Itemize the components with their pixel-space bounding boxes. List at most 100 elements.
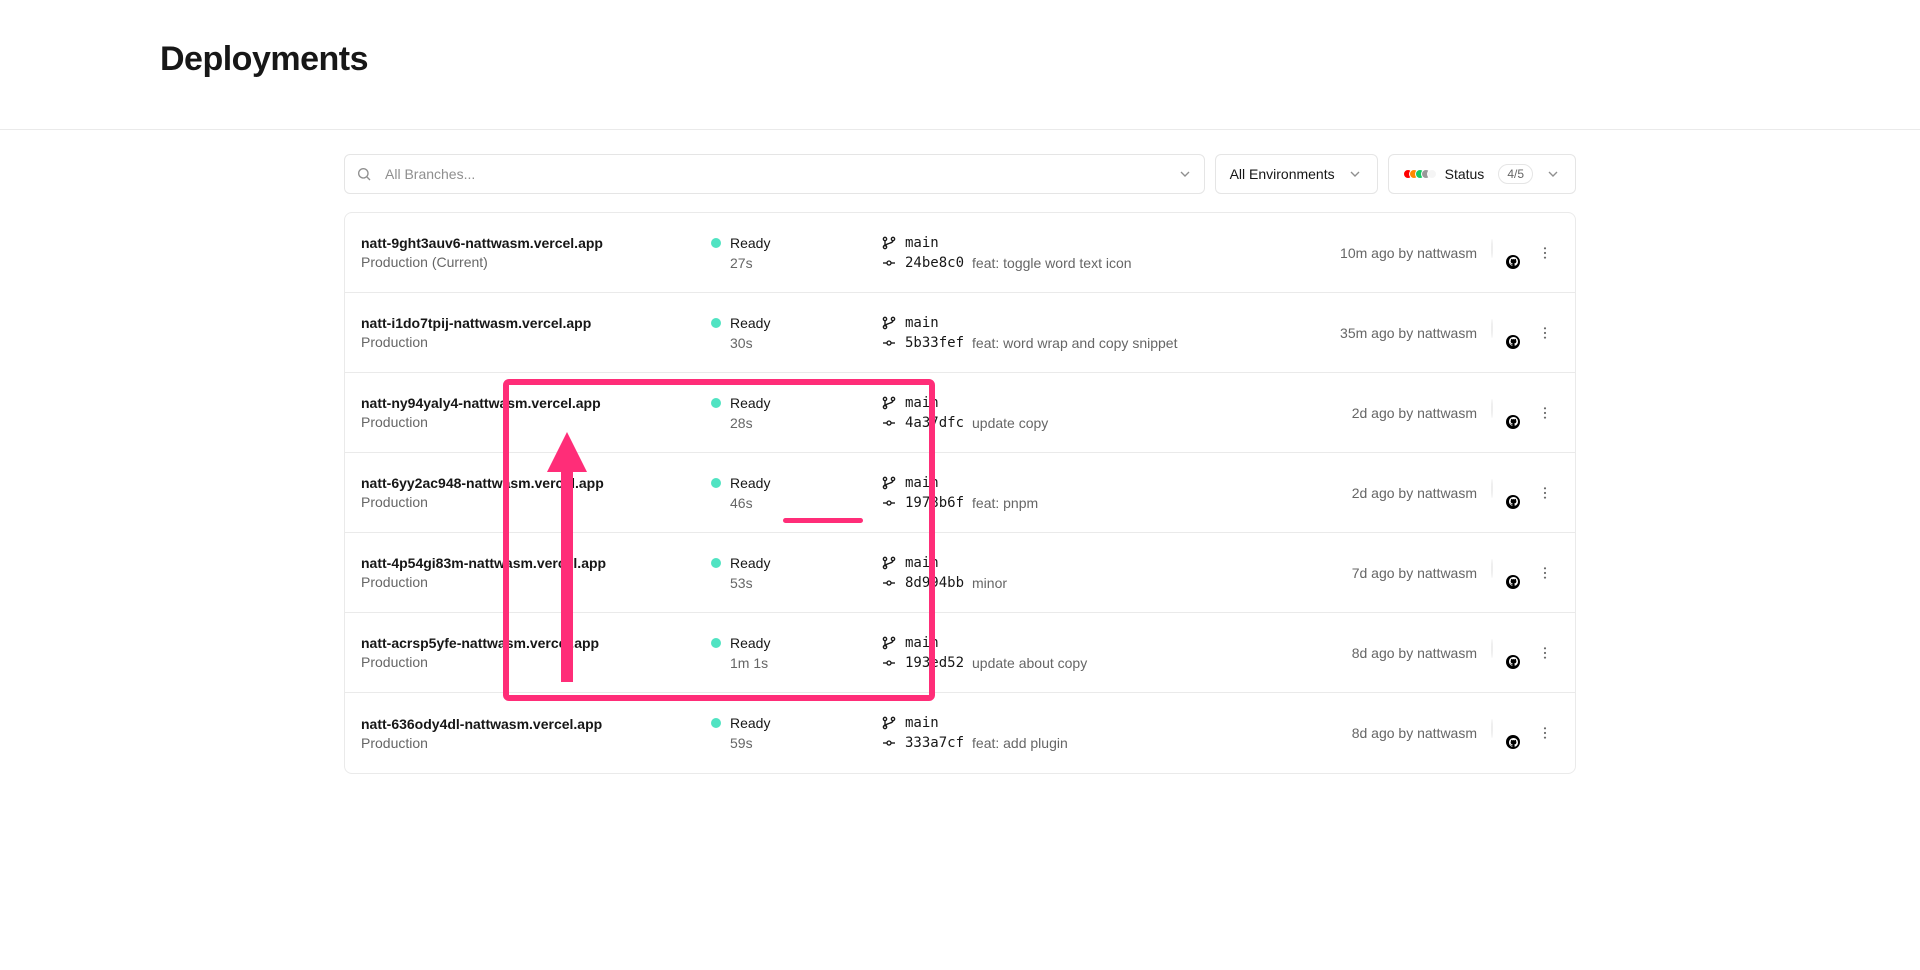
status-dot-icon	[711, 318, 721, 328]
more-actions-button[interactable]	[1531, 719, 1559, 747]
content-area: All Environments Status 4/5 natt-9ght3au…	[344, 130, 1576, 774]
deployment-git-col: main 24be8c0 feat: toggle word text icon	[881, 235, 1340, 271]
deployment-git-col: main 5b33fef feat: word wrap and copy sn…	[881, 315, 1340, 351]
github-badge-icon	[1506, 735, 1520, 749]
status-text: Ready	[730, 395, 770, 411]
deployment-duration: 28s	[711, 415, 881, 431]
avatar-icon	[1491, 399, 1493, 418]
deployment-status: Ready	[711, 715, 881, 731]
git-branch-line[interactable]: main	[881, 395, 1352, 411]
git-commit-message: feat: pnpm	[972, 495, 1038, 511]
git-commit-line[interactable]: 24be8c0 feat: toggle word text icon	[881, 255, 1340, 271]
status-select[interactable]: Status 4/5	[1388, 154, 1576, 194]
deployment-url-col: natt-636ody4dl-nattwasm.vercel.app Produ…	[361, 716, 711, 751]
chevron-down-icon	[1545, 166, 1561, 182]
deployment-git-col: main 8d994bb minor	[881, 555, 1352, 591]
status-text: Ready	[730, 715, 770, 731]
deployment-meta-col: 8d ago by nattwasm	[1352, 639, 1559, 667]
deployment-status-col: Ready 27s	[711, 235, 881, 271]
status-text: Ready	[730, 315, 770, 331]
git-branch-name: main	[905, 555, 939, 571]
git-commit-line[interactable]: 333a7cf feat: add plugin	[881, 735, 1352, 751]
more-actions-button[interactable]	[1531, 319, 1559, 347]
status-dot-icon	[711, 558, 721, 568]
git-commit-line[interactable]: 8d994bb minor	[881, 575, 1352, 591]
branch-search-input[interactable]	[344, 154, 1205, 194]
deployment-row[interactable]: natt-6yy2ac948-nattwasm.vercel.app Produ…	[345, 453, 1575, 533]
git-branch-icon	[881, 315, 897, 331]
author-avatar[interactable]	[1491, 240, 1517, 266]
author-avatar[interactable]	[1491, 640, 1517, 666]
git-commit-icon	[881, 255, 897, 271]
git-commit-line[interactable]: 193ed52 update about copy	[881, 655, 1352, 671]
status-text: Ready	[730, 555, 770, 571]
status-dot-icon	[711, 238, 721, 248]
status-dot-icon	[711, 478, 721, 488]
more-actions-button[interactable]	[1531, 639, 1559, 667]
author-avatar[interactable]	[1491, 320, 1517, 346]
deployment-ago: 8d ago by nattwasm	[1352, 725, 1477, 741]
github-badge-icon	[1506, 255, 1520, 269]
deployment-status-col: Ready 1m 1s	[711, 635, 881, 671]
environments-select[interactable]: All Environments	[1215, 154, 1378, 194]
avatar-icon	[1491, 479, 1493, 498]
chevron-down-icon	[1177, 166, 1193, 182]
deployment-env: Production (Current)	[361, 254, 711, 270]
git-commit-icon	[881, 335, 897, 351]
deployment-row[interactable]: natt-acrsp5yfe-nattwasm.vercel.app Produ…	[345, 613, 1575, 693]
git-branch-line[interactable]: main	[881, 555, 1352, 571]
git-sha: 193ed52	[905, 655, 964, 671]
status-text: Ready	[730, 235, 770, 251]
deployment-url[interactable]: natt-ny94yaly4-nattwasm.vercel.app	[361, 395, 711, 411]
author-avatar[interactable]	[1491, 400, 1517, 426]
deployment-row[interactable]: natt-636ody4dl-nattwasm.vercel.app Produ…	[345, 693, 1575, 773]
git-commit-icon	[881, 415, 897, 431]
deployment-status-col: Ready 46s	[711, 475, 881, 511]
status-dot-icon	[711, 638, 721, 648]
github-badge-icon	[1506, 335, 1520, 349]
author-avatar[interactable]	[1491, 480, 1517, 506]
deployment-url[interactable]: natt-i1do7tpij-nattwasm.vercel.app	[361, 315, 711, 331]
deployment-row[interactable]: natt-4p54gi83m-nattwasm.vercel.app Produ…	[345, 533, 1575, 613]
more-actions-button[interactable]	[1531, 399, 1559, 427]
git-commit-line[interactable]: 5b33fef feat: word wrap and copy snippet	[881, 335, 1340, 351]
author-avatar[interactable]	[1491, 720, 1517, 746]
deployment-env: Production	[361, 574, 711, 590]
git-branch-line[interactable]: main	[881, 635, 1352, 651]
git-branch-line[interactable]: main	[881, 235, 1340, 251]
deployment-url[interactable]: natt-9ght3auv6-nattwasm.vercel.app	[361, 235, 711, 251]
deployment-status: Ready	[711, 315, 881, 331]
git-sha: 8d994bb	[905, 575, 964, 591]
deployment-url[interactable]: natt-636ody4dl-nattwasm.vercel.app	[361, 716, 711, 732]
git-sha: 24be8c0	[905, 255, 964, 271]
git-commit-message: feat: word wrap and copy snippet	[972, 335, 1177, 351]
git-branch-line[interactable]: main	[881, 315, 1340, 331]
git-branch-icon	[881, 635, 897, 651]
deployment-row[interactable]: natt-i1do7tpij-nattwasm.vercel.app Produ…	[345, 293, 1575, 373]
deployment-row[interactable]: natt-9ght3auv6-nattwasm.vercel.app Produ…	[345, 213, 1575, 293]
deployment-meta-col: 8d ago by nattwasm	[1352, 719, 1559, 747]
avatar-icon	[1491, 719, 1493, 738]
deployment-meta-col: 2d ago by nattwasm	[1352, 399, 1559, 427]
deployment-ago: 10m ago by nattwasm	[1340, 245, 1477, 261]
author-avatar[interactable]	[1491, 560, 1517, 586]
more-actions-button[interactable]	[1531, 559, 1559, 587]
deployment-status-col: Ready 59s	[711, 715, 881, 751]
git-branch-line[interactable]: main	[881, 715, 1352, 731]
deployment-row[interactable]: natt-ny94yaly4-nattwasm.vercel.app Produ…	[345, 373, 1575, 453]
git-commit-line[interactable]: 1978b6f feat: pnpm	[881, 495, 1352, 511]
deployment-duration: 27s	[711, 255, 881, 271]
deployment-url[interactable]: natt-4p54gi83m-nattwasm.vercel.app	[361, 555, 711, 571]
more-actions-button[interactable]	[1531, 239, 1559, 267]
git-branch-line[interactable]: main	[881, 475, 1352, 491]
status-text: Ready	[730, 635, 770, 651]
deployment-url-col: natt-acrsp5yfe-nattwasm.vercel.app Produ…	[361, 635, 711, 670]
deployment-duration: 30s	[711, 335, 881, 351]
deployment-url[interactable]: natt-6yy2ac948-nattwasm.vercel.app	[361, 475, 711, 491]
git-commit-line[interactable]: 4a37dfc update copy	[881, 415, 1352, 431]
deployment-url[interactable]: natt-acrsp5yfe-nattwasm.vercel.app	[361, 635, 711, 651]
deployment-env: Production	[361, 735, 711, 751]
more-actions-button[interactable]	[1531, 479, 1559, 507]
git-branch-name: main	[905, 315, 939, 331]
deployment-meta-col: 10m ago by nattwasm	[1340, 239, 1559, 267]
